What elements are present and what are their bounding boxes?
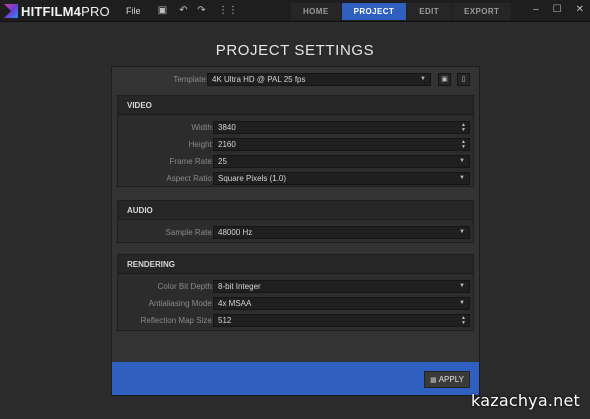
reflection-map-label: Reflection Map Size: xyxy=(140,316,214,325)
antialiasing-row: Antialiasing Mode: 4x MSAA ▼ xyxy=(118,297,473,311)
delete-template-button[interactable]: ▯ xyxy=(457,73,470,86)
apply-label: APPLY xyxy=(438,375,464,384)
undo-icon[interactable]: ↶ xyxy=(178,5,189,16)
chevron-down-icon: ▼ xyxy=(459,300,465,306)
video-heading: VIDEO xyxy=(118,96,473,115)
template-label: Template: xyxy=(173,75,208,84)
redo-icon[interactable]: ↷ xyxy=(196,5,207,16)
reflection-map-field[interactable]: 512 ▲ ▼ xyxy=(213,314,470,327)
audio-heading: AUDIO xyxy=(118,201,473,220)
title-bar: HITFILM4PRO File ▣ ↶ ↷ ⋮⋮ HOME PROJECT E… xyxy=(0,0,590,22)
width-row: Width: 3840 ▲ ▼ xyxy=(118,121,473,135)
apply-button[interactable]: ▦ APPLY xyxy=(424,371,470,388)
close-icon[interactable]: ✕ xyxy=(576,4,584,15)
height-field[interactable]: 2160 ▲ ▼ xyxy=(213,138,470,151)
logo-text-bold: HITFILM4 xyxy=(21,3,82,19)
sample-rate-value: 48000 Hz xyxy=(218,228,253,237)
sample-rate-label: Sample Rate: xyxy=(165,228,214,237)
height-label: Height: xyxy=(188,140,214,149)
color-bit-depth-select[interactable]: 8-bit Integer ▼ xyxy=(213,280,470,293)
page-title: PROJECT SETTINGS xyxy=(215,42,375,59)
save-icon: ▣ xyxy=(441,76,448,83)
width-field[interactable]: 3840 ▲ ▼ xyxy=(213,121,470,134)
save-template-button[interactable]: ▣ xyxy=(438,73,451,86)
panel-footer: ▦ APPLY xyxy=(112,362,479,395)
hitfilm-logo-icon xyxy=(4,4,18,18)
chevron-down-icon: ▼ xyxy=(459,175,465,181)
frame-rate-label: Frame Rate: xyxy=(169,157,214,166)
frame-rate-row: Frame Rate: 25 ▼ xyxy=(118,155,473,169)
tab-project[interactable]: PROJECT xyxy=(341,3,407,20)
reflection-map-row: Reflection Map Size: 512 ▲ ▼ xyxy=(118,314,473,328)
maximize-icon[interactable]: ☐ xyxy=(553,4,562,15)
color-bit-depth-label: Color Bit Depth: xyxy=(157,282,214,291)
grid-icon[interactable]: ⋮⋮ xyxy=(218,5,238,16)
aspect-ratio-value: Square Pixels (1.0) xyxy=(218,174,287,183)
height-row: Height: 2160 ▲ ▼ xyxy=(118,138,473,152)
sample-rate-select[interactable]: 48000 Hz ▼ xyxy=(213,226,470,239)
spinner-icon[interactable]: ▲ ▼ xyxy=(461,139,466,150)
sample-rate-row: Sample Rate: 48000 Hz ▼ xyxy=(118,226,473,240)
template-select[interactable]: 4K Ultra HD @ PAL 25 fps ▼ xyxy=(207,73,431,86)
save-icon[interactable]: ▣ xyxy=(157,5,168,16)
tab-edit[interactable]: EDIT xyxy=(407,3,452,20)
app-logo: HITFILM4PRO xyxy=(4,3,110,19)
template-row: Template: 4K Ultra HD @ PAL 25 fps ▼ ▣ ▯ xyxy=(112,72,479,88)
aspect-ratio-label: Aspect Ratio: xyxy=(166,174,214,183)
rendering-heading: RENDERING xyxy=(118,255,473,274)
chevron-down-icon: ▼ xyxy=(459,283,465,289)
chevron-down-icon: ▼ xyxy=(459,229,465,235)
reflection-map-value: 512 xyxy=(218,316,232,325)
video-section: VIDEO Width: 3840 ▲ ▼ Height: 2160 ▲ ▼ Fra… xyxy=(117,95,474,187)
tab-export[interactable]: EXPORT xyxy=(452,3,512,20)
minimize-icon[interactable]: – xyxy=(533,4,539,15)
menu-file[interactable]: File xyxy=(126,6,141,16)
antialiasing-label: Antialiasing Mode: xyxy=(148,299,214,308)
project-settings-panel: Template: 4K Ultra HD @ PAL 25 fps ▼ ▣ ▯… xyxy=(111,66,480,396)
width-value: 3840 xyxy=(218,123,236,132)
frame-rate-select[interactable]: 25 ▼ xyxy=(213,155,470,168)
width-label: Width: xyxy=(191,123,214,132)
spinner-icon[interactable]: ▲ ▼ xyxy=(461,315,466,326)
aspect-ratio-row: Aspect Ratio: Square Pixels (1.0) ▼ xyxy=(118,172,473,186)
color-bit-depth-row: Color Bit Depth: 8-bit Integer ▼ xyxy=(118,280,473,294)
aspect-ratio-select[interactable]: Square Pixels (1.0) ▼ xyxy=(213,172,470,185)
tab-home[interactable]: HOME xyxy=(291,3,341,20)
height-value: 2160 xyxy=(218,140,236,149)
window-controls: – ☐ ✕ xyxy=(533,4,584,15)
trash-icon: ▯ xyxy=(461,76,466,83)
chevron-down-icon: ▼ xyxy=(420,76,426,82)
main-tabs: HOME PROJECT EDIT EXPORT xyxy=(291,3,512,20)
template-value: 4K Ultra HD @ PAL 25 fps xyxy=(212,75,306,84)
spinner-icon[interactable]: ▲ ▼ xyxy=(461,122,466,133)
color-bit-depth-value: 8-bit Integer xyxy=(218,282,261,291)
rendering-section: RENDERING Color Bit Depth: 8-bit Integer… xyxy=(117,254,474,331)
antialiasing-value: 4x MSAA xyxy=(218,299,252,308)
antialiasing-select[interactable]: 4x MSAA ▼ xyxy=(213,297,470,310)
frame-rate-value: 25 xyxy=(218,157,227,166)
watermark-text: kazachya.net xyxy=(471,391,580,410)
logo-text-thin: PRO xyxy=(81,3,110,19)
chevron-down-icon: ▼ xyxy=(459,158,465,164)
apply-icon: ▦ xyxy=(430,377,437,384)
audio-section: AUDIO Sample Rate: 48000 Hz ▼ xyxy=(117,200,474,243)
